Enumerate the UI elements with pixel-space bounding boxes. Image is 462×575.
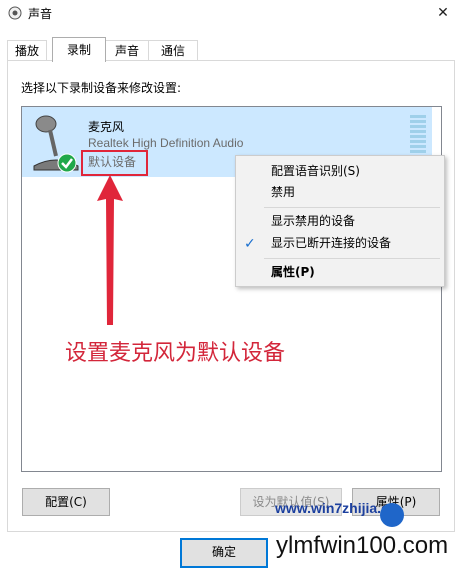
tab-communications[interactable]: 通信 bbox=[148, 40, 198, 61]
window-title: 声音 bbox=[28, 7, 53, 21]
checkmark-icon: ✓ bbox=[244, 236, 256, 252]
menu-item-show-disconnected[interactable]: 显示已断开连接的设备 bbox=[271, 233, 391, 253]
context-menu: 配置语音识别(S) 禁用 显示禁用的设备 ✓ 显示已断开连接的设备 属性(P) bbox=[235, 155, 445, 287]
device-description: Realtek High Definition Audio bbox=[88, 136, 244, 150]
windows-logo-icon bbox=[380, 503, 404, 527]
close-button[interactable]: ✕ bbox=[430, 2, 456, 24]
title-bar bbox=[0, 0, 462, 26]
annotation-text: 设置麦克风为默认设备 bbox=[65, 341, 286, 366]
menu-item-show-disabled[interactable]: 显示禁用的设备 bbox=[271, 211, 355, 231]
tab-sounds[interactable]: 声音 bbox=[104, 40, 150, 61]
speaker-icon bbox=[8, 6, 22, 20]
configure-button[interactable]: 配置(C) bbox=[22, 488, 110, 516]
menu-item-disable[interactable]: 禁用 bbox=[271, 182, 295, 202]
instruction-text: 选择以下录制设备来修改设置: bbox=[21, 81, 182, 95]
tab-playback[interactable]: 播放 bbox=[7, 40, 47, 61]
ok-button[interactable]: 确定 bbox=[180, 538, 268, 568]
watermark-site-2: ylmfwin100.com bbox=[276, 532, 449, 559]
highlight-box bbox=[81, 150, 148, 176]
menu-item-configure-speech[interactable]: 配置语音识别(S) bbox=[271, 161, 360, 181]
menu-separator bbox=[264, 207, 440, 208]
annotation-arrow bbox=[97, 175, 123, 325]
tab-recording[interactable]: 录制 bbox=[52, 37, 106, 62]
device-name: 麦克风 bbox=[88, 120, 125, 134]
default-check-icon bbox=[57, 153, 77, 173]
menu-separator bbox=[264, 258, 440, 259]
menu-item-properties[interactable]: 属性(P) bbox=[271, 262, 315, 282]
